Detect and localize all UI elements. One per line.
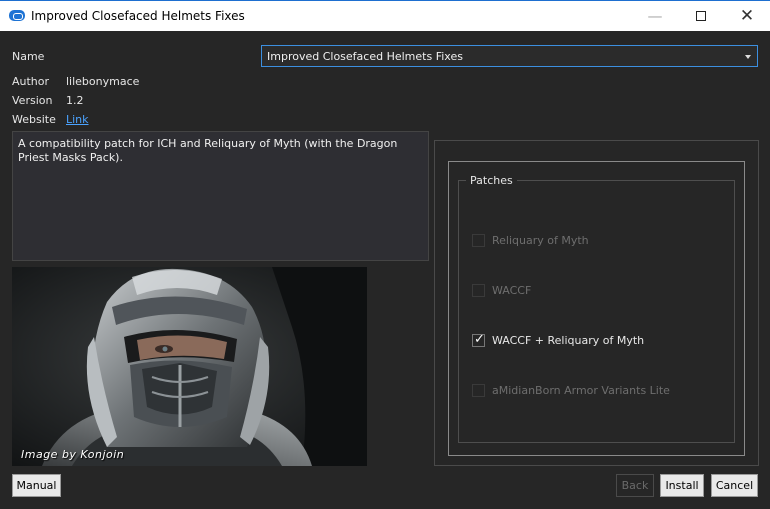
install-button[interactable]: Install (660, 474, 704, 497)
app-icon (9, 10, 25, 21)
author-label: Author (12, 75, 50, 88)
website-label: Website (12, 113, 56, 126)
patch-option-waccf[interactable]: WACCF (472, 282, 531, 298)
cancel-button[interactable]: Cancel (711, 474, 758, 497)
name-dropdown-value: Improved Closefaced Helmets Fixes (267, 50, 463, 63)
preview-image: Image by Konjoin (12, 267, 367, 466)
patches-group (458, 180, 735, 443)
patch-label: aMidianBorn Armor Variants Lite (492, 383, 670, 397)
patch-option-waccf-reliquary[interactable]: WACCF + Reliquary of Myth (472, 332, 644, 348)
website-link[interactable]: Link (66, 113, 89, 126)
name-label: Name (12, 50, 45, 63)
patch-option-reliquary[interactable]: Reliquary of Myth (472, 232, 589, 248)
checkbox[interactable] (472, 283, 485, 297)
checkbox[interactable] (472, 233, 485, 247)
back-button[interactable]: Back (616, 474, 654, 497)
checkbox-checked[interactable] (472, 332, 485, 347)
close-icon[interactable]: ✕ (724, 1, 770, 31)
author-value: lilebonymace (66, 75, 140, 88)
version-label: Version (12, 94, 53, 107)
maximize-icon[interactable] (678, 1, 724, 31)
name-dropdown[interactable]: Improved Closefaced Helmets Fixes (261, 45, 758, 67)
title-bar: Improved Closefaced Helmets Fixes — ✕ (0, 0, 770, 31)
patch-label: Reliquary of Myth (492, 233, 589, 247)
patches-group-title: Patches (466, 174, 517, 187)
description-box[interactable]: A compatibility patch for ICH and Reliqu… (12, 131, 429, 261)
patch-option-amidianborn[interactable]: aMidianBorn Armor Variants Lite (472, 382, 670, 398)
helmet-illustration (12, 267, 367, 466)
chevron-down-icon (745, 55, 751, 59)
patch-label: WACCF (492, 283, 532, 297)
checkbox[interactable] (472, 383, 485, 397)
patch-label: WACCF + Reliquary of Myth (492, 333, 645, 347)
manual-button[interactable]: Manual (12, 474, 61, 497)
image-caption: Image by Konjoin (21, 448, 125, 461)
minimize-icon[interactable]: — (632, 1, 678, 31)
version-value: 1.2 (66, 94, 84, 107)
window-title: Improved Closefaced Helmets Fixes (31, 9, 245, 23)
